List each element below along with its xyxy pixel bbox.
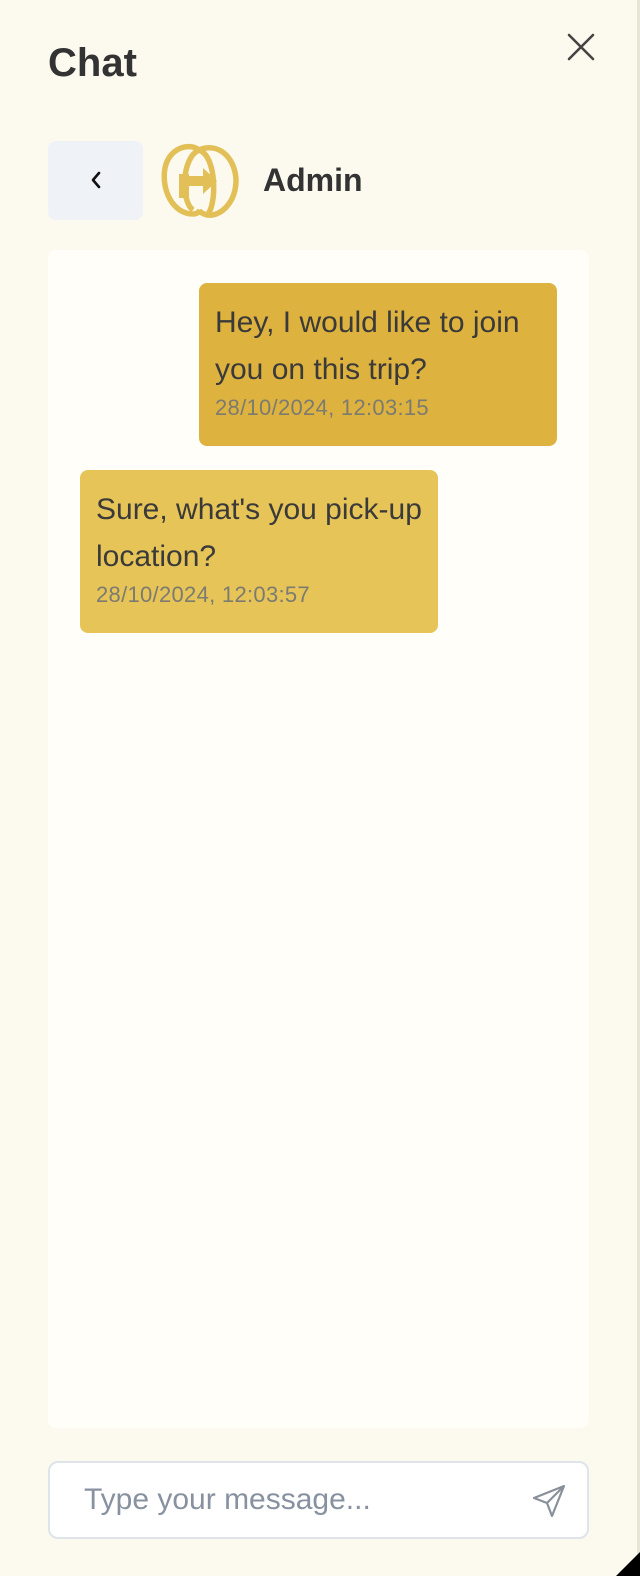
send-button[interactable] [531,1483,567,1519]
go-logo-icon [161,143,239,218]
message-list: Hey, I would like to join you on this tr… [48,250,589,1428]
message-timestamp: 28/10/2024, 12:03:15 [215,395,429,420]
back-button[interactable] [48,140,143,220]
conversation-header: Admin [48,140,363,220]
message-input[interactable] [82,1482,506,1518]
message-text: Sure, what's you pick-up location? [96,493,422,573]
message-timestamp: 28/10/2024, 12:03:57 [96,582,310,607]
close-icon [567,33,595,61]
chevron-left-icon [91,171,100,189]
message-text: Hey, I would like to join you on this tr… [215,306,520,386]
message-bubble-sent: Hey, I would like to join you on this tr… [199,283,557,446]
message-composer [48,1461,589,1539]
send-icon [532,1484,566,1518]
close-button[interactable] [562,28,600,66]
message-bubble-received: Sure, what's you pick-up location? 28/10… [80,470,438,633]
contact-name: Admin [263,161,363,198]
chat-panel: Chat Admin Hey, I would like to join you… [0,0,637,1576]
page-title: Chat [48,41,137,85]
